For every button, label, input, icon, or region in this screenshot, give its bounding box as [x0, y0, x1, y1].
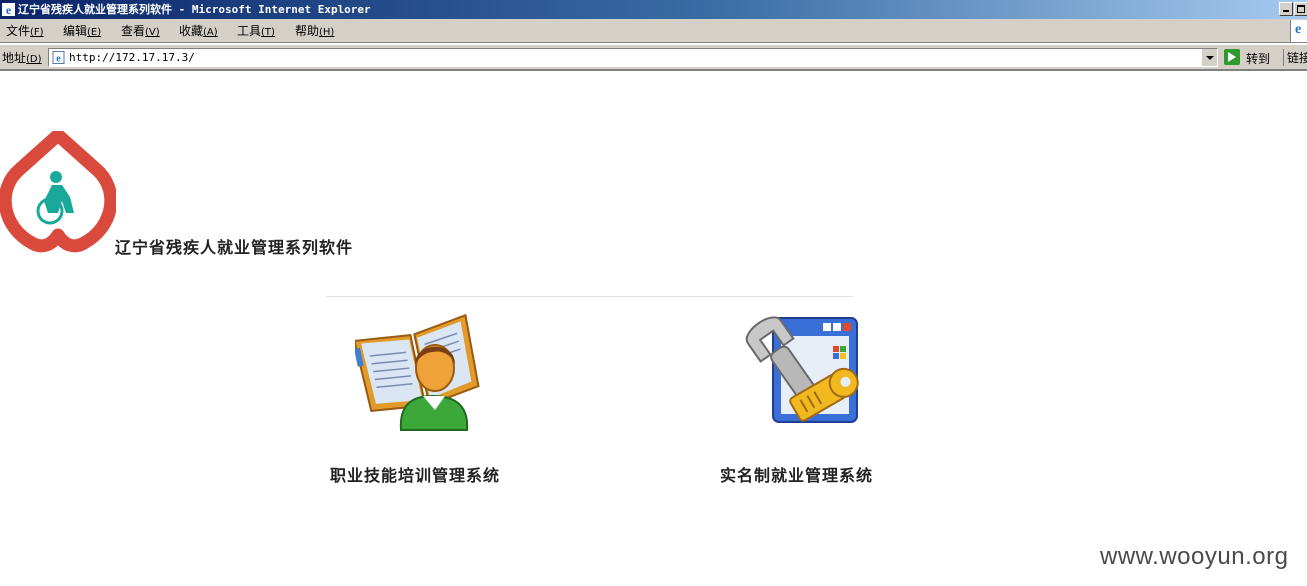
address-label-text: 地址 — [2, 51, 27, 65]
svg-text:e: e — [6, 3, 12, 16]
menu-tools[interactable]: 工具(T) — [237, 19, 275, 43]
menu-edit[interactable]: 编辑(E) — [63, 19, 101, 43]
menu-edit-label: 编辑 — [63, 24, 88, 38]
wrench-settings-icon — [745, 316, 859, 423]
content-divider — [326, 296, 853, 297]
address-label-accel: (D) — [26, 54, 42, 65]
tile-employment-management[interactable]: 实名制就业管理系统 — [715, 300, 915, 490]
links-button[interactable]: 链接 — [1283, 49, 1307, 66]
tile-employment-management-label: 实名制就业管理系统 — [720, 466, 874, 485]
menu-file[interactable]: 文件(F) — [6, 19, 44, 43]
watermark-text: www.wooyun.org — [1100, 543, 1289, 570]
menu-favorites-label: 收藏 — [179, 24, 204, 38]
menu-edit-accel: (E) — [87, 27, 102, 38]
menu-view-label: 查看 — [121, 24, 146, 38]
go-arrow-icon — [1224, 49, 1240, 65]
menu-tools-accel: (T) — [261, 27, 275, 38]
site-title: 辽宁省残疾人就业管理系列软件 — [115, 238, 354, 257]
menu-file-accel: (F) — [30, 27, 44, 38]
page-icon: e — [52, 51, 65, 64]
tile-vocational-training[interactable]: 职业技能培训管理系统 — [326, 300, 526, 490]
menu-view[interactable]: 查看(V) — [121, 19, 160, 43]
menu-file-label: 文件 — [6, 24, 31, 38]
address-label: 地址(D) — [2, 49, 42, 66]
menu-view-accel: (V) — [145, 27, 160, 38]
address-bar: 地址(D) e 转到 链接 — [0, 44, 1307, 71]
window-titlebar: e 辽宁省残疾人就业管理系列软件 - Microsoft Internet Ex… — [0, 0, 1307, 19]
menu-bar: 文件(F) 编辑(E) 查看(V) 收藏(A) 工具(T) 帮助(H) — [0, 19, 1307, 43]
ie-app-icon: e — [2, 3, 15, 16]
go-label: 转到 — [1246, 52, 1271, 66]
window-title: 辽宁省残疾人就业管理系列软件 - Microsoft Internet Expl… — [18, 3, 371, 16]
address-dropdown-button[interactable] — [1201, 49, 1217, 66]
reader-book-icon — [355, 313, 480, 431]
minimize-button[interactable] — [1279, 2, 1293, 16]
address-field: e — [48, 48, 1218, 67]
menu-favorites[interactable]: 收藏(A) — [179, 19, 218, 43]
menu-tools-label: 工具 — [237, 24, 262, 38]
menu-favorites-accel: (A) — [203, 27, 218, 38]
ie-throbber-icon: e — [1290, 20, 1307, 42]
go-button[interactable]: 转到 — [1222, 48, 1278, 67]
menu-help[interactable]: 帮助(H) — [295, 19, 334, 43]
tile-vocational-training-label: 职业技能培训管理系统 — [330, 466, 501, 485]
federation-logo — [0, 131, 116, 253]
svg-text:e: e — [56, 54, 61, 65]
menu-help-label: 帮助 — [295, 24, 320, 38]
menu-help-accel: (H) — [319, 27, 335, 38]
address-input[interactable] — [69, 49, 1197, 66]
restore-button[interactable] — [1294, 2, 1307, 16]
